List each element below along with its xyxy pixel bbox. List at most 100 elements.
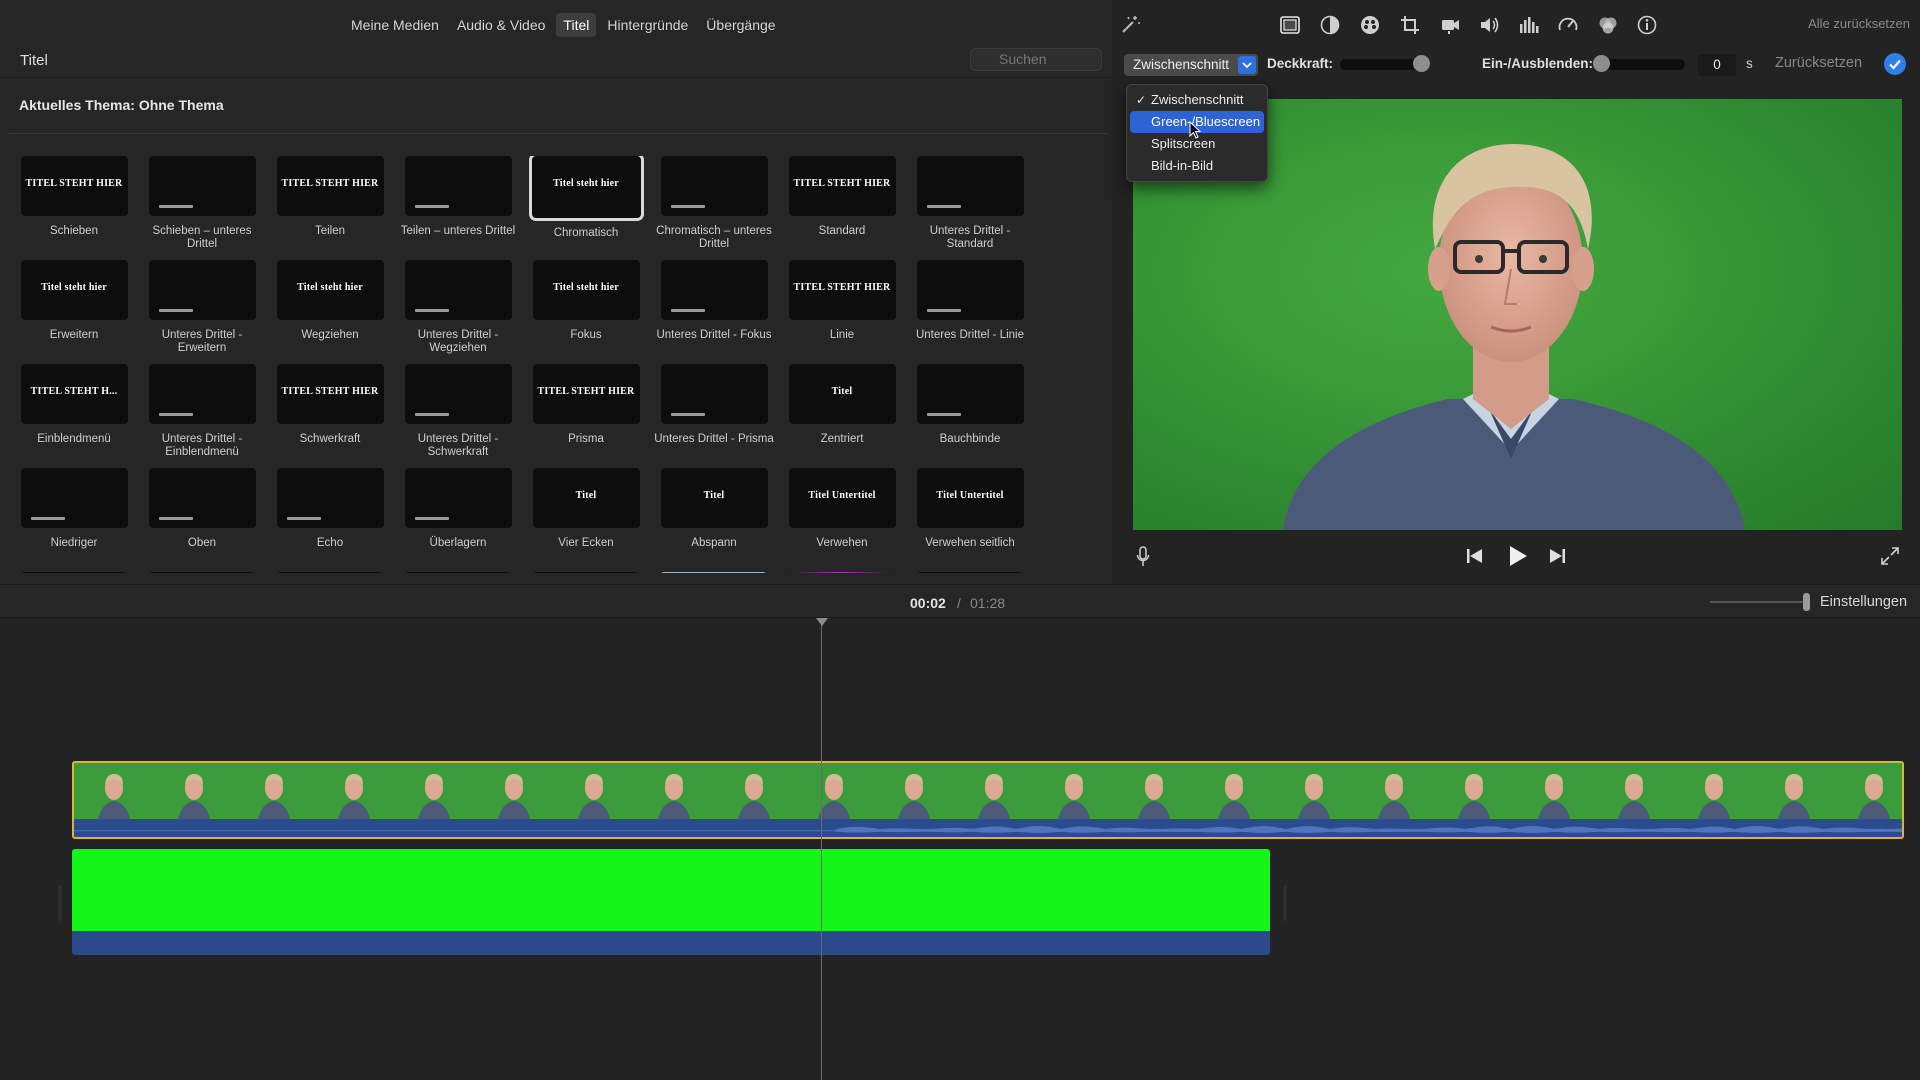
menu-item-label: Bild-in-Bild bbox=[1151, 158, 1214, 173]
title-tile[interactable]: Titel steht hier Fokus bbox=[522, 260, 650, 342]
overlay-icon[interactable] bbox=[1279, 14, 1301, 36]
tab-0[interactable]: Meine Medien bbox=[344, 13, 446, 37]
overlay-style-value: Zwischenschnitt bbox=[1133, 57, 1230, 72]
title-tile[interactable]: Überlagern bbox=[394, 468, 522, 550]
title-tile[interactable]: TITEL STEHT HIER Linie bbox=[778, 260, 906, 342]
reset-button[interactable]: Zurücksetzen bbox=[1775, 55, 1862, 71]
title-tile[interactable]: Titel steht hier Erweitern bbox=[10, 260, 138, 342]
title-tile[interactable]: Unteres Drittel - Einblendmenü bbox=[138, 364, 266, 459]
title-tile[interactable]: Niedriger bbox=[10, 468, 138, 550]
title-tile[interactable]: Chromatisch – unteres Drittel bbox=[650, 156, 778, 251]
menu-item-0[interactable]: ✓ Zwischenschnitt bbox=[1130, 89, 1264, 111]
title-label: Unteres Drittel - Schwerkraft bbox=[417, 433, 499, 458]
search-input[interactable]: Suchen bbox=[970, 48, 1102, 71]
title-thumbnail bbox=[660, 156, 768, 216]
timeline-zoom-slider[interactable] bbox=[1710, 601, 1810, 603]
playhead-line[interactable] bbox=[821, 624, 822, 1080]
color-balance-icon[interactable] bbox=[1319, 14, 1341, 36]
confirm-button[interactable] bbox=[1884, 53, 1906, 75]
title-tile[interactable]: TITEL STEHT HIER Teilen bbox=[266, 156, 394, 238]
playhead-marker[interactable] bbox=[816, 618, 828, 626]
title-thumbnail bbox=[404, 156, 512, 216]
speed-icon[interactable] bbox=[1557, 14, 1579, 36]
title-thumbnail bbox=[404, 468, 512, 528]
thumbnail-text: Titel steht hier bbox=[297, 282, 363, 293]
clip-trim-handle-left[interactable] bbox=[58, 885, 62, 921]
color-correction-icon[interactable] bbox=[1359, 14, 1381, 36]
title-tile[interactable]: Titel steht hier Wegziehen bbox=[266, 260, 394, 342]
timeline-zoom-knob[interactable] bbox=[1803, 593, 1810, 611]
title-label: Verwehen bbox=[816, 537, 868, 549]
skip-back-icon[interactable] bbox=[1466, 548, 1484, 564]
tab-1[interactable]: Audio & Video bbox=[450, 13, 552, 37]
title-tile[interactable]: Titel Untertitel Verwehen seitlich bbox=[906, 468, 1034, 550]
microphone-icon[interactable] bbox=[1136, 546, 1150, 568]
title-tile[interactable]: Unteres Drittel - Schwerkraft bbox=[394, 364, 522, 459]
title-tile[interactable]: Unteres Drittel - Linie bbox=[906, 260, 1034, 342]
title-tile[interactable]: Schieben – unteres Drittel bbox=[138, 156, 266, 251]
title-label: Fokus bbox=[570, 329, 602, 341]
title-tile[interactable]: Titel Untertitel Verwehen bbox=[778, 468, 906, 550]
title-tile[interactable]: TITEL STEHT HIER Standard bbox=[778, 156, 906, 238]
title-tile[interactable]: Teilen – unteres Drittel bbox=[394, 156, 522, 238]
skip-forward-icon[interactable] bbox=[1548, 548, 1566, 564]
tab-3[interactable]: Hintergründe bbox=[600, 13, 695, 37]
greenscreen-clip[interactable] bbox=[72, 849, 1270, 955]
media-browser: Meine Medien Audio & Video Titel Hintergrün… bbox=[0, 0, 1112, 584]
filmstrip-frame bbox=[1674, 763, 1754, 819]
filmstrip-frame bbox=[1034, 763, 1114, 819]
clip-trim-handle-right[interactable] bbox=[1283, 885, 1287, 921]
title-label: Erweitern bbox=[49, 329, 99, 341]
title-tile[interactable]: Titel steht hier Chromatisch bbox=[522, 156, 650, 240]
thumbnail-text: Titel bbox=[831, 386, 853, 397]
fade-slider-knob[interactable] bbox=[1593, 55, 1610, 72]
title-label: Unteres Drittel - Linie bbox=[915, 329, 1024, 341]
menu-item-label: Zwischenschnitt bbox=[1151, 92, 1244, 107]
title-tile[interactable]: Unteres Drittel - Prisma bbox=[650, 364, 778, 446]
title-tile[interactable]: TITEL STEHT H... Einblendmenü bbox=[10, 364, 138, 446]
timeline-settings-button[interactable]: Einstellungen bbox=[1820, 594, 1907, 610]
filter-icon[interactable] bbox=[1597, 14, 1619, 36]
lower-third-mark bbox=[414, 309, 449, 312]
reset-all-button[interactable]: Alle zurücksetzen bbox=[1808, 16, 1910, 31]
fullscreen-icon[interactable] bbox=[1880, 546, 1900, 566]
magic-wand-icon[interactable] bbox=[1119, 14, 1141, 36]
title-tile[interactable]: TITEL STEHT HIER Schwerkraft bbox=[266, 364, 394, 446]
play-icon[interactable] bbox=[1507, 545, 1529, 567]
menu-item-3[interactable]: Bild-in-Bild bbox=[1130, 155, 1264, 177]
title-tile[interactable]: TITEL STEHT HIER Prisma bbox=[522, 364, 650, 446]
stabilization-icon[interactable] bbox=[1439, 14, 1461, 36]
opacity-slider-knob[interactable] bbox=[1413, 55, 1430, 72]
title-tile[interactable]: Echo bbox=[266, 468, 394, 550]
title-tile[interactable]: Unteres Drittel - Wegziehen bbox=[394, 260, 522, 355]
info-icon[interactable] bbox=[1636, 14, 1658, 36]
filmstrip-frame bbox=[1754, 763, 1834, 819]
title-tile[interactable]: Unteres Drittel - Erweitern bbox=[138, 260, 266, 355]
title-tile[interactable]: Bauchbinde bbox=[906, 364, 1034, 446]
filmstrip-frame bbox=[474, 763, 554, 819]
title-label: Echo bbox=[316, 537, 344, 549]
title-thumbnail: TITEL STEHT HIER bbox=[276, 364, 384, 424]
title-tile[interactable]: Titel Vier Ecken bbox=[522, 468, 650, 550]
thumbnail-text: Titel Untertitel bbox=[808, 490, 876, 501]
title-label: Unteres Drittel - Prisma bbox=[654, 433, 774, 445]
tab-2[interactable]: Titel bbox=[556, 13, 597, 37]
overlay-style-select[interactable]: Zwischenschnitt bbox=[1124, 54, 1258, 76]
title-tile[interactable]: Oben bbox=[138, 468, 266, 550]
volume-icon[interactable] bbox=[1478, 14, 1500, 36]
thumbnail-text: TITEL STEHT HIER bbox=[793, 178, 891, 189]
title-tile[interactable]: Titel Zentriert bbox=[778, 364, 906, 446]
title-tile[interactable]: TITEL STEHT HIER Schieben bbox=[10, 156, 138, 238]
filmstrip-frame bbox=[1114, 763, 1194, 819]
title-thumbnail bbox=[148, 260, 256, 320]
crop-icon[interactable] bbox=[1399, 14, 1421, 36]
lower-third-mark bbox=[670, 413, 705, 416]
equalizer-icon[interactable] bbox=[1518, 14, 1540, 36]
title-tile[interactable]: Unteres Drittel - Fokus bbox=[650, 260, 778, 342]
browser-tabs: Meine Medien Audio & Video Titel Hintergrün… bbox=[0, 0, 1112, 50]
fade-value-field[interactable]: 0 bbox=[1698, 54, 1736, 76]
tab-4[interactable]: Übergänge bbox=[699, 13, 782, 37]
title-tile[interactable]: Titel Abspann bbox=[650, 468, 778, 550]
main-video-clip[interactable] bbox=[72, 761, 1904, 839]
title-tile[interactable]: Unteres Drittel - Standard bbox=[906, 156, 1034, 251]
